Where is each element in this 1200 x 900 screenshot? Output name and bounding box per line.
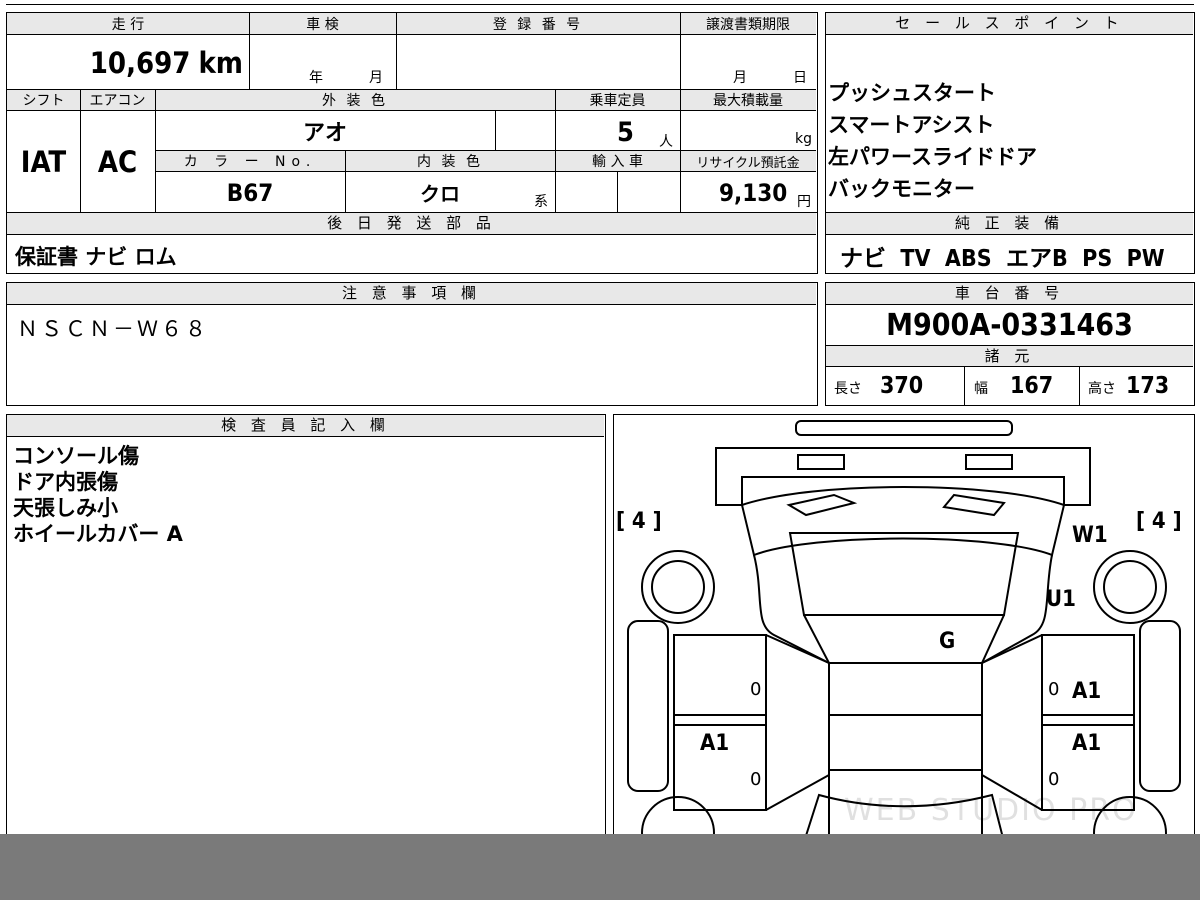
roof-shape bbox=[803, 614, 1005, 664]
import-label: 輸 入 車 bbox=[592, 154, 643, 170]
inspector-list: コンソール傷 ドア内張傷 天張しみ小 ホイールカバー A bbox=[13, 443, 183, 547]
notes-value: ＮＳＣＮ－Ｗ６８ bbox=[17, 317, 209, 341]
inspector-item: コンソール傷 bbox=[13, 444, 139, 468]
mileage-number: 10,697 bbox=[89, 46, 191, 80]
spec-height: 高さ 173 bbox=[1088, 373, 1169, 399]
tire-front-left-inner bbox=[651, 560, 705, 614]
height-value: 173 bbox=[1126, 373, 1170, 399]
sales-point-item: プッシュスタート bbox=[828, 81, 996, 105]
mileage-label: 走 行 bbox=[111, 17, 145, 33]
length-value: 370 bbox=[880, 373, 924, 399]
later-parts-value: 保証書 ナビ ロム bbox=[15, 245, 177, 269]
zero-mark: 0 bbox=[750, 769, 762, 790]
width-label: 幅 bbox=[974, 381, 988, 397]
inspector-box: 検 査 員 記 入 欄 コンソール傷 ドア内張傷 天張しみ小 ホイールカバー A bbox=[6, 414, 606, 844]
later-parts-box: 後 日 発 送 部 品 保証書 ナビ ロム bbox=[6, 212, 818, 274]
chassis-box: 車 台 番 号 M900A-0331463 諸 元 長さ 370 幅 167 高… bbox=[825, 282, 1195, 406]
inspector-item: ホイールカバー A bbox=[13, 522, 183, 546]
length-label: 長さ bbox=[834, 381, 862, 397]
transfer-month: 月 bbox=[733, 70, 747, 86]
mark-a1-left-rear: A1 bbox=[700, 731, 730, 756]
spec-length: 長さ 370 bbox=[834, 373, 923, 399]
zero-mark: 0 bbox=[1048, 679, 1060, 700]
capacity-value: 5 bbox=[617, 117, 634, 148]
tire-right-rating: [ 4 ] bbox=[1136, 509, 1182, 534]
sales-point-item: 左パワースライドドア bbox=[828, 145, 1037, 169]
door-right-lines bbox=[981, 634, 1043, 811]
sales-points-list: プッシュスタート スマートアシスト 左パワースライドドア バックモニター bbox=[828, 77, 1037, 205]
transfer-label: 譲渡書類期限 bbox=[706, 17, 790, 33]
int-color-label: 内 装 色 bbox=[417, 154, 483, 170]
wiper-shape bbox=[786, 493, 858, 517]
mark-w1: W1 bbox=[1072, 523, 1108, 548]
sales-point-item: バックモニター bbox=[828, 177, 975, 201]
factory-equipment-value: ナビ TV ABS エアB PS PW bbox=[840, 246, 1165, 272]
headlight-left-shape bbox=[797, 454, 845, 470]
inspector-item: 天張しみ小 bbox=[13, 496, 118, 520]
inspector-label: 検 査 員 記 入 欄 bbox=[7, 415, 604, 437]
zero-mark: 0 bbox=[1048, 769, 1060, 790]
bottom-overlay-bar bbox=[0, 834, 1200, 900]
recycle-unit: 円 bbox=[797, 194, 811, 210]
top-strip bbox=[0, 0, 1200, 6]
int-color-unit: 系 bbox=[534, 194, 548, 210]
notes-box: 注 意 事 項 欄 ＮＳＣＮ－Ｗ６８ bbox=[6, 282, 818, 406]
pillar-line bbox=[829, 714, 982, 771]
tire-left-rating: [ 4 ] bbox=[616, 509, 662, 534]
later-parts-label: 後 日 発 送 部 品 bbox=[7, 213, 816, 235]
width-value: 167 bbox=[1010, 373, 1054, 399]
vehicle-info-table: 走 行 車 検 登 録 番 号 譲渡書類期限 10,697 km 年 月 月 日… bbox=[6, 12, 818, 213]
shift-value: IAT bbox=[20, 145, 67, 179]
mark-u1: U1 bbox=[1046, 587, 1076, 612]
capacity-label: 乗車定員 bbox=[589, 93, 646, 109]
factory-equipment-box: 純 正 装 備 ナビ TV ABS エアB PS PW bbox=[825, 212, 1195, 274]
ac-value: AC bbox=[97, 145, 138, 179]
mark-g: G bbox=[939, 629, 956, 654]
car-diagram bbox=[627, 420, 1181, 842]
side-panel-left-shape bbox=[627, 620, 669, 792]
shift-label: シフト bbox=[22, 93, 65, 109]
specs-label: 諸 元 bbox=[826, 345, 1193, 367]
capacity-unit: 人 bbox=[659, 134, 673, 150]
side-panel-right-shape bbox=[1139, 620, 1181, 792]
sales-points-box: セ ー ル ス ポ イ ン ト プッシュスタート スマートアシスト 左パワースラ… bbox=[825, 12, 1195, 213]
wiper-shape-2 bbox=[942, 493, 1006, 517]
ac-label: エアコン bbox=[89, 93, 146, 109]
transfer-day: 日 bbox=[793, 70, 807, 86]
recycle-value: 9,130 bbox=[719, 179, 788, 207]
inspection-month: 月 bbox=[369, 70, 383, 86]
tire-front-right-inner bbox=[1103, 560, 1157, 614]
front-bumper-shape bbox=[795, 420, 1013, 436]
max-load-unit: kg bbox=[795, 131, 812, 147]
inspection-year: 年 bbox=[309, 70, 323, 86]
damage-diagram-box: [ 4 ] [ 4 ] W1 U1 G A1 A1 A1 0 0 0 0 WEB… bbox=[613, 414, 1195, 844]
inspector-item: ドア内張傷 bbox=[13, 470, 118, 494]
max-load-label: 最大積載量 bbox=[713, 93, 783, 109]
int-color-value: クロ bbox=[420, 182, 460, 206]
sales-points-label: セ ー ル ス ポ イ ン ト bbox=[826, 13, 1193, 35]
ext-color-value: アオ bbox=[302, 121, 347, 146]
chassis-number: M900A-0331463 bbox=[886, 307, 1133, 343]
chassis-label: 車 台 番 号 bbox=[826, 283, 1193, 305]
spec-width: 幅 167 bbox=[974, 373, 1053, 399]
mark-a1-right-front: A1 bbox=[1072, 679, 1102, 704]
color-no-value: B67 bbox=[226, 178, 274, 207]
reg-no-label: 登 録 番 号 bbox=[492, 17, 584, 33]
inspection-label: 車 検 bbox=[306, 17, 339, 33]
ext-color-label: 外 装 色 bbox=[322, 93, 388, 109]
height-label: 高さ bbox=[1088, 381, 1116, 397]
mileage-value: 10,697 km bbox=[7, 37, 249, 89]
door-left-lines bbox=[765, 634, 830, 811]
sales-point-item: スマートアシスト bbox=[828, 113, 995, 137]
factory-equipment-label: 純 正 装 備 bbox=[826, 213, 1193, 235]
mark-a1-right-rear: A1 bbox=[1072, 731, 1102, 756]
windshield-shape bbox=[788, 532, 1020, 616]
zero-mark: 0 bbox=[750, 679, 762, 700]
color-no-label: カ ラ ー No. bbox=[183, 154, 317, 170]
recycle-label: リサイクル預託金 bbox=[696, 155, 800, 171]
notes-label: 注 意 事 項 欄 bbox=[7, 283, 816, 305]
headlight-right-shape bbox=[965, 454, 1013, 470]
watermark: WEB STUDIO PRO bbox=[844, 793, 1138, 828]
mileage-unit: km bbox=[198, 46, 243, 80]
